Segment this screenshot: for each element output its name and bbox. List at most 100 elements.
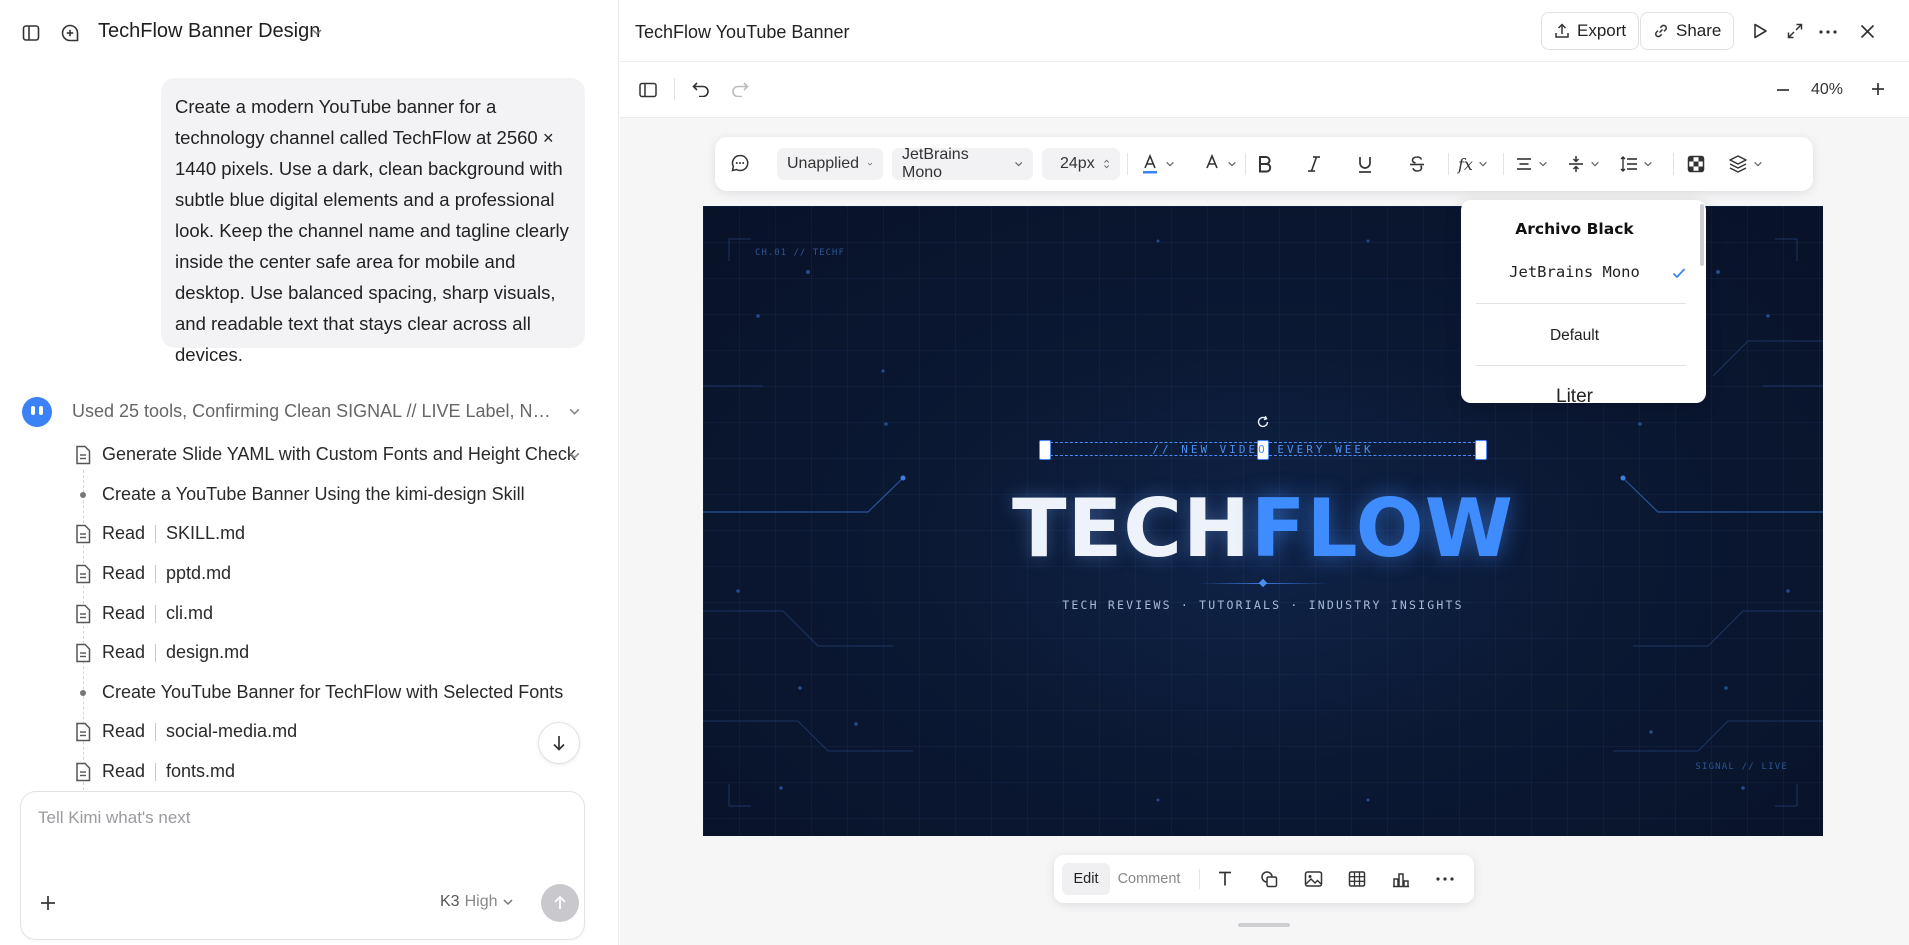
close-icon[interactable]	[1860, 24, 1875, 39]
highlight-button[interactable]	[1202, 150, 1237, 178]
divider	[1476, 303, 1686, 304]
edit-mode-button[interactable]: Edit	[1062, 863, 1110, 895]
layers-icon	[1729, 155, 1747, 173]
chevron-down-icon	[1539, 161, 1547, 167]
shapes-icon[interactable]	[1260, 870, 1278, 888]
bold-icon[interactable]	[1257, 150, 1273, 178]
layers-button[interactable]	[1728, 150, 1763, 178]
share-label: Share	[1676, 21, 1722, 40]
stepper-arrows-icon	[1103, 159, 1109, 169]
line-spacing-icon	[1620, 156, 1637, 172]
expand-icon[interactable]	[1787, 23, 1803, 39]
chevron-down-icon[interactable]	[568, 449, 581, 462]
redo-icon[interactable]	[731, 81, 749, 97]
file-icon	[74, 524, 92, 544]
zoom-level[interactable]: 40%	[1811, 81, 1843, 99]
undo-icon[interactable]	[692, 81, 710, 97]
align-button[interactable]	[1515, 150, 1548, 178]
font-option[interactable]: Default	[1461, 327, 1706, 345]
link-icon	[1655, 24, 1667, 38]
chevron-down-icon	[867, 162, 873, 166]
tool-summary[interactable]: Used 25 tools, Confirming Clean SIGNAL /…	[72, 401, 558, 422]
chat-title[interactable]: TechFlow Banner Design	[98, 20, 320, 43]
step-item[interactable]: Create YouTube Banner for TechFlow with …	[102, 682, 563, 703]
step-read-item[interactable]: Read social-media.md	[102, 721, 297, 742]
chevron-down-icon	[1644, 161, 1652, 167]
drag-handle[interactable]	[1238, 923, 1290, 927]
table-icon[interactable]	[1348, 870, 1366, 888]
editor-toolbar: 40%	[620, 62, 1909, 118]
line-spacing-button[interactable]	[1620, 150, 1653, 178]
banner-title-tech: TECH	[1012, 482, 1251, 575]
step-file: cli.md	[166, 603, 214, 623]
step-action: Read	[102, 523, 146, 543]
align-center-icon	[1517, 158, 1531, 170]
rotate-handle-icon[interactable]	[1256, 415, 1270, 429]
comment-icon[interactable]	[730, 153, 750, 173]
chevron-down-icon[interactable]	[311, 26, 323, 38]
italic-icon[interactable]	[1307, 150, 1321, 178]
bullet-dot	[80, 492, 86, 498]
file-icon	[74, 445, 92, 465]
step-action: Read	[102, 563, 146, 583]
function-icon: fx	[1458, 154, 1473, 174]
document-title[interactable]: TechFlow YouTube Banner	[635, 22, 849, 43]
font-option[interactable]: Archivo Black	[1461, 220, 1706, 238]
banner-tagline[interactable]: TECH REVIEWS · TUTORIALS · INDUSTRY INSI…	[963, 598, 1563, 612]
banner-kicker[interactable]: // NEW VIDEO EVERY WEEK	[1045, 443, 1481, 456]
banner-title[interactable]: TECHFLOW	[1001, 482, 1525, 575]
step-read-item[interactable]: Read pptd.md	[102, 563, 231, 584]
export-button[interactable]: Export	[1541, 12, 1640, 50]
more-icon[interactable]	[1819, 30, 1837, 34]
sidebar-toggle-icon[interactable]	[20, 22, 42, 44]
step-item[interactable]: Generate Slide YAML with Custom Fonts an…	[102, 444, 576, 465]
step-read-item[interactable]: Read cli.md	[102, 603, 213, 624]
step-item[interactable]: Create a YouTube Banner Using the kimi-d…	[102, 484, 525, 505]
scrollbar-thumb[interactable]	[1700, 204, 1704, 266]
chevron-down-icon[interactable]	[568, 405, 581, 418]
underline-icon[interactable]	[1357, 150, 1373, 178]
style-selector[interactable]: Unapplied	[777, 148, 883, 180]
vertical-align-button[interactable]	[1567, 150, 1600, 178]
chevron-down-icon	[1754, 161, 1762, 167]
comment-mode-button[interactable]: Comment	[1114, 863, 1184, 895]
model-selector[interactable]: K3 High	[440, 893, 514, 911]
step-read-item[interactable]: Read fonts.md	[102, 761, 235, 782]
step-action: Read	[102, 721, 146, 741]
more-icon[interactable]	[1436, 877, 1454, 881]
new-chat-icon[interactable]	[59, 22, 81, 44]
text-color-button[interactable]	[1140, 150, 1175, 178]
strikethrough-icon[interactable]	[1409, 150, 1425, 178]
add-attachment-icon[interactable]	[39, 894, 57, 912]
function-button[interactable]: fx	[1458, 150, 1488, 178]
step-action: Read	[102, 603, 146, 623]
chevron-down-icon	[1228, 161, 1236, 167]
text-tool-icon[interactable]	[1217, 870, 1233, 887]
chevron-down-icon	[1166, 161, 1174, 167]
message-input[interactable]: Tell Kimi what's next	[38, 808, 191, 828]
font-option-selected[interactable]: JetBrains Mono	[1461, 263, 1706, 281]
chart-icon[interactable]	[1392, 870, 1410, 888]
editor-topbar: TechFlow YouTube Banner Export Share	[620, 0, 1909, 62]
zoom-out-icon[interactable]	[1776, 88, 1790, 92]
send-button[interactable]	[541, 884, 579, 922]
step-action: Read	[102, 642, 146, 662]
font-option[interactable]: Liter	[1461, 386, 1706, 403]
font-selector[interactable]: JetBrains Mono	[892, 146, 1033, 181]
play-icon[interactable]	[1751, 22, 1769, 40]
divider	[1673, 153, 1674, 175]
image-icon[interactable]	[1304, 870, 1323, 888]
share-button[interactable]: Share	[1640, 12, 1735, 50]
file-icon	[74, 762, 92, 782]
font-size-stepper[interactable]: 24px	[1042, 148, 1120, 180]
transparency-icon[interactable]	[1687, 150, 1705, 178]
panel-toggle-icon[interactable]	[639, 82, 657, 98]
export-icon	[1555, 23, 1569, 38]
step-read-item[interactable]: Read design.md	[102, 642, 249, 663]
model-name: K3	[440, 893, 460, 910]
step-read-item[interactable]: Read SKILL.md	[102, 523, 245, 544]
scroll-down-button[interactable]	[538, 722, 580, 764]
corner-label-bottom-right: SIGNAL // LIVE	[1695, 762, 1788, 772]
font-value: JetBrains Mono	[902, 146, 969, 181]
zoom-in-icon[interactable]	[1871, 82, 1885, 96]
